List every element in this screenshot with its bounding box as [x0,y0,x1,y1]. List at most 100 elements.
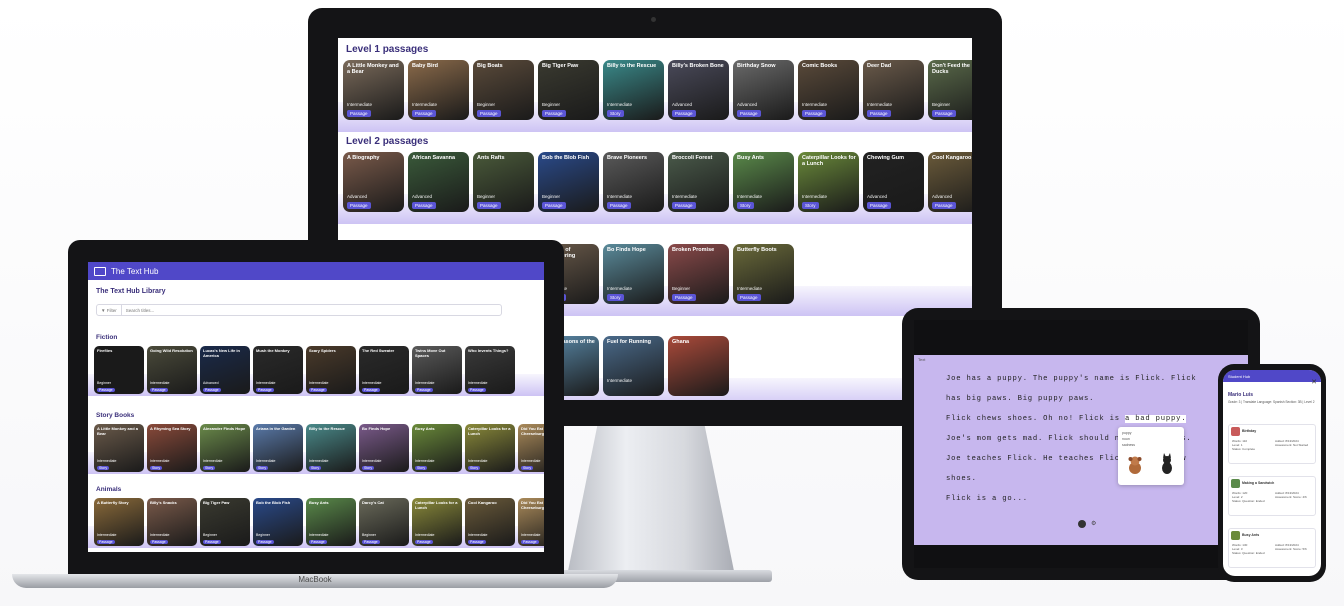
passage-card[interactable]: Butterfly Boots Intermediate Passage [733,244,794,304]
card-title: Deer Dad [867,63,892,69]
passage-card[interactable]: Chewing Gum Advanced Passage [863,152,924,212]
passage-card[interactable]: Busy Ants Intermediate Story [412,424,462,472]
passage-card[interactable]: Don't Feed the Ducks Beginner Passage [928,60,972,120]
passage-card[interactable]: Ghana [668,336,729,396]
settings-icon[interactable]: ⚙ [1091,520,1096,527]
app-title: The Text Hub [111,266,159,276]
passage-card[interactable]: Ants Rafts Beginner Passage [473,152,534,212]
card-badge: Passage [607,202,631,209]
card-level: Intermediate [362,459,382,463]
assignment-card[interactable]: Making a Sandwich Words: 120 Level: 2 Statu… [1228,476,1316,516]
card-badge: Story [607,294,624,301]
passage-card[interactable]: Broken Promise Beginner Passage [668,244,729,304]
passage-card[interactable]: Bo Finds Hope Intermediate Story [603,244,664,304]
assignment-thumbnail [1231,531,1240,540]
passage-card[interactable]: African Savanna Advanced Passage [408,152,469,212]
passage-card[interactable]: Broccoli Forest Intermediate Passage [668,152,729,212]
library-title: The Text Hub Library [96,288,166,295]
passage-card[interactable]: Cool Kangaroo Intermediate Passage [465,498,515,546]
passage-card[interactable]: Cool Kangaroo Advanced Passage [928,152,972,212]
popup-item[interactable]: sadness [1122,443,1135,447]
shelf: Level 1 passages A Little Monkey and a Be… [338,44,972,132]
passage-card[interactable]: Baby Bird Intermediate Passage [408,60,469,120]
passage-card[interactable]: Did You Eat My Cheeseburger? Intermediate… [518,498,544,546]
passage-card[interactable]: Who Invents Things? Intermediate Passage [465,346,515,394]
card-badge: Passage [477,110,501,117]
assignment-assessment: Assessment: Score: 4/6 [1275,494,1307,499]
passage-card[interactable]: Lucas's New Life in America Advanced Passa… [200,346,250,394]
card-title: Bo Finds Hope [607,247,646,253]
passage-card[interactable]: Bo Finds Hope Intermediate Story [359,424,409,472]
card-badge: Story [309,466,322,470]
card-badge: Passage [309,388,327,392]
card-level: Intermediate [468,459,488,463]
cat-illustration [1162,453,1172,474]
assignment-status: Status: Question: Ended [1232,498,1265,503]
passage-card[interactable]: Billy's Broken Bone Advanced Passage [668,60,729,120]
passage-card[interactable]: Bob the Blob Fish Beginner Passage [253,498,303,546]
passage-card[interactable]: Brave Pioneers Intermediate Passage [603,152,664,212]
highlighted-word[interactable]: a bad puppy. [1124,415,1187,423]
passage-card[interactable]: Twins Move Out Spaces Intermediate Passage [412,346,462,394]
popup-item[interactable]: puppy [1122,431,1132,435]
card-badge: Passage [672,294,696,301]
filter-button[interactable]: ▼ Filter [97,305,122,315]
passage-card[interactable]: Billy to the Rescue Intermediate Story [306,424,356,472]
passage-card[interactable]: Fireflies Beginner Passage [94,346,144,394]
passage-card[interactable]: Caterpillar Looks for a Lunch Intermediat… [412,498,462,546]
card-title: Who Invents Things? [468,348,509,353]
card-title: Cool Kangaroo [468,500,497,505]
card-badge: Story [203,466,216,470]
passage-card[interactable]: Darcy's Cat Beginner Passage [359,498,409,546]
card-title: A Little Monkey and a Bear [97,426,138,436]
passage-card[interactable]: Ariana in the Garden Intermediate Story [253,424,303,472]
ipad-device: Text Joe has a puppy. The puppy's name i… [902,308,1260,580]
card-level: Beginner [672,286,691,291]
close-icon[interactable]: ✕ [1311,378,1317,386]
passage-card[interactable]: A Rhyming Sea Story Intermediate Story [147,424,197,472]
assignment-assessment: Added: 8/13/2024 Assessment: Score: 4/6 [1275,491,1307,500]
passage-card[interactable]: Big Tiger Paw Beginner Passage [538,60,599,120]
passage-card[interactable]: Busy Ants Intermediate Story [733,152,794,212]
play-icon[interactable] [1078,520,1086,528]
passage-card[interactable]: Billy's Snacks Intermediate Passage [147,498,197,546]
assignment-card[interactable]: Birthday Words: 110 Level: 1 Status: Comple… [1228,424,1316,464]
passage-card[interactable]: Alexander Finds Hope Intermediate Story [200,424,250,472]
popup-item[interactable]: noun [1122,437,1130,441]
passage-card[interactable]: A Little Monkey and a Bear Intermediate St… [94,424,144,472]
passage-card[interactable]: Billy to the Rescue Intermediate Story [603,60,664,120]
passage-card[interactable]: Big Tiger Paw Beginner Passage [200,498,250,546]
card-badge: Passage [256,388,274,392]
passage-card[interactable]: A Little Monkey and a Bear Intermediate Pa… [343,60,404,120]
card-title: Busy Ants [737,155,764,161]
passage-card[interactable]: A Biography Advanced Passage [343,152,404,212]
device-showcase: Level 1 passages A Little Monkey and a Be… [0,0,1344,606]
passage-card[interactable]: The Red Sweater Intermediate Passage [359,346,409,394]
passage-card[interactable]: Comic Books Intermediate Passage [798,60,859,120]
card-title: Fuel for Running [607,339,651,345]
passage-card[interactable]: Busy Ants Intermediate Passage [306,498,356,546]
card-level: Intermediate [607,102,633,107]
passage-card[interactable]: Caterpillar Looks for a Lunch Intermediat… [465,424,515,472]
passage-card[interactable]: Mush the Monkey Intermediate Passage [253,346,303,394]
card-title: Birthday Snow [737,63,776,69]
card-title: Ariana in the Garden [256,426,296,431]
passage-card[interactable]: A Butterfly Story Intermediate Passage [94,498,144,546]
passage-card[interactable]: Fuel for Running Intermediate [603,336,664,396]
passage-card[interactable]: Deer Dad Intermediate Passage [863,60,924,120]
passage-card[interactable]: Birthday Snow Advanced Passage [733,60,794,120]
passage-text: Flick chews shoes. Oh no! Flick is [946,415,1125,423]
card-title: Broken Promise [672,247,715,253]
shelf-title: Level 1 passages [346,44,429,55]
search-input[interactable]: Search titles... [122,308,155,313]
card-level: Intermediate [802,194,828,199]
assignment-assessment: Added: 8/13/2024 Assessment: Score: 5/6 [1275,543,1307,552]
passage-card[interactable]: Bob the Blob Fish Beginner Passage [538,152,599,212]
passage-card[interactable]: Going Wild Resolution Intermediate Passage [147,346,197,394]
passage-card[interactable]: Scary Spiders Intermediate Passage [306,346,356,394]
passage-card[interactable]: Big Boats Beginner Passage [473,60,534,120]
passage-card[interactable]: Caterpillar Looks for a Lunch Intermediat… [798,152,859,212]
passage-card[interactable]: Did You Eat My Cheeseburger? Intermediate… [518,424,544,472]
assignment-card[interactable]: Busy Ants Words: 130 Level: 3 Status: Quest… [1228,528,1316,568]
card-level: Intermediate [203,459,223,463]
